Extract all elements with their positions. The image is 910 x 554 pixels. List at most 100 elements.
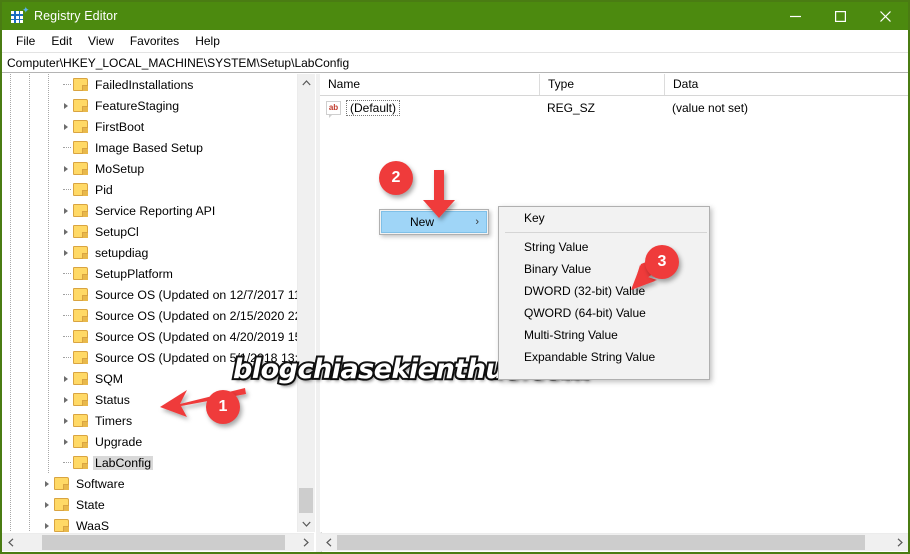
tree-scrollbar-thumb[interactable] bbox=[299, 488, 313, 513]
chevron-right-icon[interactable] bbox=[59, 200, 73, 221]
submenu-item-dword-32-bit-value[interactable]: DWORD (32-bit) Value bbox=[499, 280, 709, 302]
value-list-header: Name Type Data bbox=[320, 74, 908, 96]
tree-item-label: SetupCl bbox=[95, 224, 139, 239]
tree-item-upgrade[interactable]: Upgrade bbox=[2, 431, 297, 452]
chevron-right-icon[interactable] bbox=[40, 515, 54, 532]
chevron-right-icon[interactable] bbox=[59, 158, 73, 179]
tree-item-featurestaging[interactable]: FeatureStaging bbox=[2, 95, 297, 116]
chevron-right-icon[interactable] bbox=[59, 368, 73, 389]
tree-hscroll-right-arrow[interactable] bbox=[297, 534, 314, 551]
folder-icon bbox=[73, 225, 88, 238]
column-header-name[interactable]: Name bbox=[320, 74, 540, 95]
column-header-type[interactable]: Type bbox=[540, 74, 665, 95]
table-row[interactable]: ab (Default) REG_SZ (value not set) bbox=[320, 98, 908, 118]
tree-item-label: Status bbox=[95, 392, 130, 407]
tree-connector-line bbox=[59, 305, 73, 326]
tree-item-label: Source OS (Updated on 4/20/2019 15:42: bbox=[95, 329, 315, 344]
folder-icon bbox=[73, 204, 88, 217]
tree-item-service-reporting-api[interactable]: Service Reporting API bbox=[2, 200, 297, 221]
tree-item-label: setupdiag bbox=[95, 245, 149, 260]
folder-icon bbox=[54, 498, 69, 511]
tree-item-source-os-updated-on-4-20-2019-15-42[interactable]: Source OS (Updated on 4/20/2019 15:42: bbox=[2, 326, 315, 347]
menu-help[interactable]: Help bbox=[187, 32, 228, 50]
chevron-right-icon[interactable] bbox=[59, 389, 73, 410]
folder-icon bbox=[73, 435, 88, 448]
folder-icon bbox=[73, 246, 88, 259]
chevron-right-icon[interactable] bbox=[59, 410, 73, 431]
menu-bar: File Edit View Favorites Help bbox=[2, 30, 908, 52]
value-list-horizontal-scrollbar[interactable] bbox=[320, 533, 908, 551]
folder-icon bbox=[54, 477, 69, 490]
maximize-button[interactable] bbox=[818, 2, 863, 30]
column-header-data[interactable]: Data bbox=[665, 74, 908, 95]
chevron-right-icon[interactable] bbox=[59, 95, 73, 116]
submenu-item-expandable-string-value[interactable]: Expandable String Value bbox=[499, 346, 709, 368]
tree-scroll-up-arrow[interactable] bbox=[298, 74, 315, 91]
tree-item-source-os-updated-on-12-7-2017-11-15[interactable]: Source OS (Updated on 12/7/2017 11:15: bbox=[2, 284, 315, 305]
minimize-button[interactable] bbox=[773, 2, 818, 30]
value-data: (value not set) bbox=[672, 100, 749, 115]
submenu-item-label: Multi-String Value bbox=[524, 328, 618, 342]
menu-file[interactable]: File bbox=[8, 32, 43, 50]
tree-connector-line bbox=[59, 347, 73, 368]
tree-guide-line bbox=[48, 74, 49, 473]
submenu-item-qword-64-bit-value[interactable]: QWORD (64-bit) Value bbox=[499, 302, 709, 324]
tree-connector-line bbox=[59, 326, 73, 347]
submenu-item-multi-string-value[interactable]: Multi-String Value bbox=[499, 324, 709, 346]
tree-scroll-down-arrow[interactable] bbox=[298, 515, 315, 532]
tree-item-labconfig[interactable]: LabConfig bbox=[2, 452, 297, 473]
tree-connector-line bbox=[59, 74, 73, 95]
menu-favorites[interactable]: Favorites bbox=[122, 32, 187, 50]
tree-item-source-os-updated-on-2-15-2020-22-38[interactable]: Source OS (Updated on 2/15/2020 22:38: bbox=[2, 305, 315, 326]
tree-vertical-scrollbar[interactable] bbox=[297, 74, 315, 532]
folder-icon bbox=[73, 78, 88, 91]
badge-1-number: 1 bbox=[218, 398, 228, 415]
tree-item-image-based-setup[interactable]: Image Based Setup bbox=[2, 137, 297, 158]
chevron-right-icon[interactable] bbox=[59, 221, 73, 242]
address-bar[interactable]: Computer\HKEY_LOCAL_MACHINE\SYSTEM\Setup… bbox=[2, 52, 908, 73]
tree-item-setupdiag[interactable]: setupdiag bbox=[2, 242, 297, 263]
chevron-right-icon[interactable] bbox=[59, 431, 73, 452]
folder-icon bbox=[54, 519, 69, 532]
tree-item-setupcl[interactable]: SetupCl bbox=[2, 221, 297, 242]
tree-item-state[interactable]: State bbox=[2, 494, 297, 515]
folder-icon bbox=[73, 120, 88, 133]
tree-item-label: Timers bbox=[95, 413, 133, 428]
tree-item-label: State bbox=[76, 497, 105, 512]
folder-icon bbox=[73, 456, 88, 469]
tree-item-failedinstallations[interactable]: FailedInstallations bbox=[2, 74, 297, 95]
submenu-item-label: Key bbox=[524, 211, 545, 225]
tree-connector-line bbox=[59, 284, 73, 305]
chevron-right-icon[interactable] bbox=[59, 242, 73, 263]
list-hscroll-left-arrow[interactable] bbox=[320, 534, 337, 551]
list-hscroll-right-arrow[interactable] bbox=[891, 534, 908, 551]
folder-icon bbox=[73, 351, 88, 364]
chevron-right-icon[interactable] bbox=[40, 473, 54, 494]
tree-item-pid[interactable]: Pid bbox=[2, 179, 297, 200]
badge-3-number: 3 bbox=[657, 253, 667, 270]
close-button[interactable] bbox=[863, 2, 908, 30]
tree-hscrollbar-thumb[interactable] bbox=[42, 535, 285, 550]
folder-icon bbox=[73, 372, 88, 385]
chevron-right-icon[interactable] bbox=[40, 494, 54, 515]
badge-2-number: 2 bbox=[391, 169, 401, 186]
annotation-arrow-2 bbox=[423, 170, 455, 218]
submenu-item-key[interactable]: Key bbox=[499, 207, 709, 229]
tree-item-setupplatform[interactable]: SetupPlatform bbox=[2, 263, 297, 284]
tree-horizontal-scrollbar[interactable] bbox=[2, 533, 314, 551]
tree-item-label: Source OS (Updated on 2/15/2020 22:38: bbox=[95, 308, 315, 323]
folder-icon bbox=[73, 183, 88, 196]
menu-edit[interactable]: Edit bbox=[43, 32, 80, 50]
tree-item-waas[interactable]: WaaS bbox=[2, 515, 297, 532]
tree-item-firstboot[interactable]: FirstBoot bbox=[2, 116, 297, 137]
tree-item-label: FeatureStaging bbox=[95, 98, 180, 113]
list-hscrollbar-thumb[interactable] bbox=[337, 535, 865, 550]
registry-tree-pane: FailedInstallations FeatureStaging FirstBo… bbox=[2, 74, 315, 532]
tree-item-mosetup[interactable]: MoSetup bbox=[2, 158, 297, 179]
folder-icon bbox=[73, 330, 88, 343]
tree-hscroll-left-arrow[interactable] bbox=[2, 534, 19, 551]
tree-item-label: Service Reporting API bbox=[95, 203, 216, 218]
tree-item-software[interactable]: Software bbox=[2, 473, 297, 494]
menu-view[interactable]: View bbox=[80, 32, 122, 50]
chevron-right-icon[interactable] bbox=[59, 116, 73, 137]
